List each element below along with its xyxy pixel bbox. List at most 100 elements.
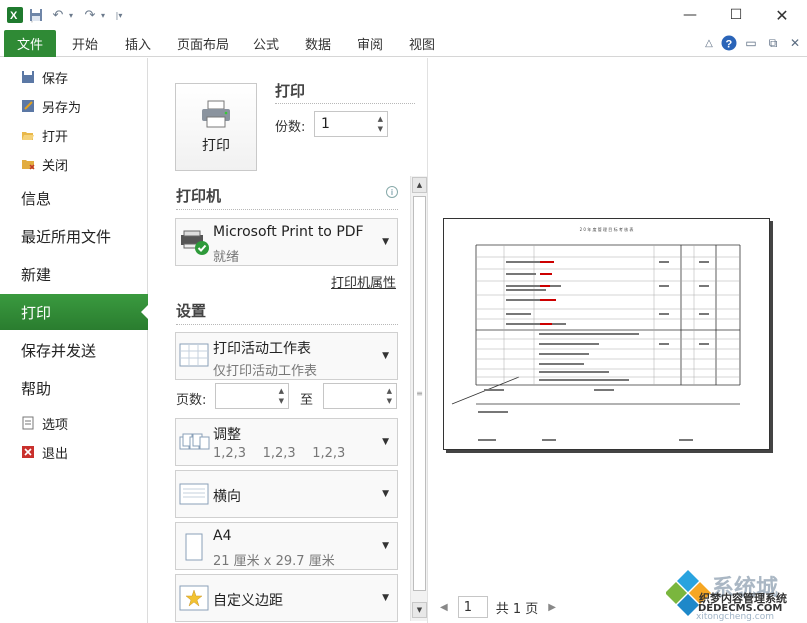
page-total: 共 1 页	[495, 601, 539, 617]
chevron-down-icon: ▼	[382, 593, 389, 603]
collate-icon	[179, 431, 211, 456]
redo-dropdown-icon[interactable]: ▾	[98, 6, 108, 24]
nav-options[interactable]: 选项	[20, 412, 68, 434]
nav-info[interactable]: 信息	[0, 180, 148, 216]
nav-open[interactable]: 打开	[20, 124, 68, 146]
worksheet-icon	[179, 342, 209, 373]
settings-scrollbar[interactable]: ▲ ≡ ▼	[410, 176, 427, 621]
tab-home[interactable]: 开始	[72, 30, 98, 57]
undo-dropdown-icon[interactable]: ▾	[66, 6, 76, 24]
tab-page-layout[interactable]: 页面布局	[177, 30, 229, 57]
printer-dropdown[interactable]: Microsoft Print to PDF 就绪 ▼	[175, 218, 398, 266]
nav-recent[interactable]: 最近所用文件	[0, 218, 148, 254]
print-button-label: 打印	[202, 137, 230, 154]
spin-down-icon[interactable]: ▼	[378, 125, 383, 133]
nav-print[interactable]: 打印	[0, 294, 149, 330]
printer-name: Microsoft Print to PDF	[213, 224, 364, 240]
paper-size-dropdown[interactable]: A4 21 厘米 x 29.7 厘米 ▼	[175, 522, 398, 570]
scroll-up-icon[interactable]: ▲	[412, 177, 427, 193]
page-navigator: ◀ 1 共 1 页 ▶	[440, 596, 556, 618]
info-icon[interactable]: i	[386, 186, 398, 198]
print-scope-title: 打印活动工作表	[213, 341, 311, 357]
pages-label: 页数:	[176, 393, 207, 408]
save-as-icon	[20, 98, 36, 114]
print-settings-panel: 打印 打印 份数: 1 ▲ ▼ 打印机 i Microsoft Print to…	[148, 58, 428, 623]
divider	[176, 209, 398, 210]
copies-value: 1	[321, 116, 330, 132]
spin-up-icon[interactable]: ▲	[279, 387, 284, 395]
tab-insert[interactable]: 插入	[125, 30, 151, 57]
redo-icon[interactable]: ↷	[82, 6, 98, 24]
print-scope-dropdown[interactable]: 打印活动工作表 仅打印活动工作表 ▼	[175, 332, 398, 380]
divider	[275, 103, 415, 104]
nav-close-label: 关闭	[42, 158, 69, 174]
prev-page-icon[interactable]: ◀	[440, 602, 448, 613]
tab-view[interactable]: 视图	[409, 30, 435, 57]
nav-print-label: 打印	[21, 303, 52, 322]
collapse-ribbon-icon[interactable]: △	[700, 34, 718, 52]
chevron-down-icon: ▼	[382, 351, 389, 361]
margins-dropdown[interactable]: 自定义边距 ▼	[175, 574, 398, 622]
minimize-workbook-icon[interactable]: ▭	[742, 34, 760, 52]
chevron-down-icon: ▼	[382, 237, 389, 247]
tab-file[interactable]: 文件	[4, 30, 56, 57]
undo-icon[interactable]: ↶	[50, 6, 66, 24]
nav-exit[interactable]: 退出	[20, 441, 68, 463]
collate-subtitle: 1,2,3 1,2,3 1,2,3	[213, 446, 346, 461]
print-button[interactable]: 打印	[175, 83, 257, 171]
pages-to-input[interactable]: ▲ ▼	[323, 383, 397, 409]
paper-size-subtitle: 21 厘米 x 29.7 厘米	[213, 554, 335, 569]
nav-save-send[interactable]: 保存并发送	[0, 332, 148, 368]
paper-size-title: A4	[213, 528, 232, 544]
nav-help[interactable]: 帮助	[0, 370, 148, 406]
print-preview: 2 0 年 度 管 理 目 标 考 核 表 ◀ 1 共 1 页 ▶	[428, 58, 807, 623]
nav-options-label: 选项	[42, 417, 69, 433]
save-icon[interactable]	[28, 6, 44, 24]
page-input[interactable]: 1	[457, 596, 488, 618]
nav-save-as-label: 另存为	[42, 100, 82, 116]
paper-icon	[185, 533, 203, 564]
next-page-icon[interactable]: ▶	[548, 602, 556, 613]
minimize-icon[interactable]: —	[670, 2, 710, 28]
excel-icon: X	[6, 6, 24, 24]
divider	[176, 324, 398, 325]
scroll-down-icon[interactable]: ▼	[412, 602, 427, 618]
spin-up-icon[interactable]: ▲	[378, 115, 383, 123]
close-workbook-icon[interactable]: ✕	[786, 34, 804, 52]
help-icon[interactable]: ?	[720, 34, 738, 52]
pages-to-label: 至	[300, 393, 314, 408]
print-scope-subtitle: 仅打印活动工作表	[213, 364, 318, 379]
printer-properties-link[interactable]: 打印机属性	[331, 272, 396, 291]
copies-input[interactable]: 1 ▲ ▼	[314, 111, 388, 137]
tab-data[interactable]: 数据	[305, 30, 331, 57]
collate-dropdown[interactable]: 调整 1,2,3 1,2,3 1,2,3 ▼	[175, 418, 398, 466]
customize-icon[interactable]: |▾	[112, 6, 126, 24]
spin-up-icon[interactable]: ▲	[387, 387, 392, 395]
svg-text:X: X	[10, 10, 18, 22]
preview-table	[451, 244, 741, 441]
landscape-icon	[179, 483, 209, 510]
restore-workbook-icon[interactable]: ⧉	[764, 34, 782, 52]
title-bar: X | ↶ ▾ ↷ ▾ |▾ — ☐ ✕	[0, 0, 807, 30]
nav-exit-label: 退出	[42, 446, 69, 462]
maximize-icon[interactable]: ☐	[716, 2, 756, 28]
nav-save[interactable]: 保存	[20, 66, 68, 88]
preview-page: 2 0 年 度 管 理 目 标 考 核 表	[443, 218, 770, 450]
scroll-thumb[interactable]: ≡	[413, 196, 426, 591]
folder-open-icon	[20, 127, 36, 143]
pages-from-input[interactable]: ▲ ▼	[215, 383, 289, 409]
tab-review[interactable]: 审阅	[357, 30, 383, 57]
close-icon[interactable]: ✕	[762, 2, 802, 28]
print-heading: 打印	[275, 82, 306, 100]
options-icon	[20, 415, 36, 431]
nav-new[interactable]: 新建	[0, 256, 148, 292]
spin-down-icon[interactable]: ▼	[279, 397, 284, 405]
nav-save-as[interactable]: 另存为	[20, 95, 81, 117]
spin-down-icon[interactable]: ▼	[387, 397, 392, 405]
orientation-dropdown[interactable]: 横向 ▼	[175, 470, 398, 518]
save-icon	[20, 69, 36, 85]
tab-formulas[interactable]: 公式	[253, 30, 279, 57]
nav-close[interactable]: 关闭	[20, 153, 68, 175]
printer-status: 就绪	[213, 250, 240, 265]
margins-label: 自定义边距	[213, 593, 283, 609]
